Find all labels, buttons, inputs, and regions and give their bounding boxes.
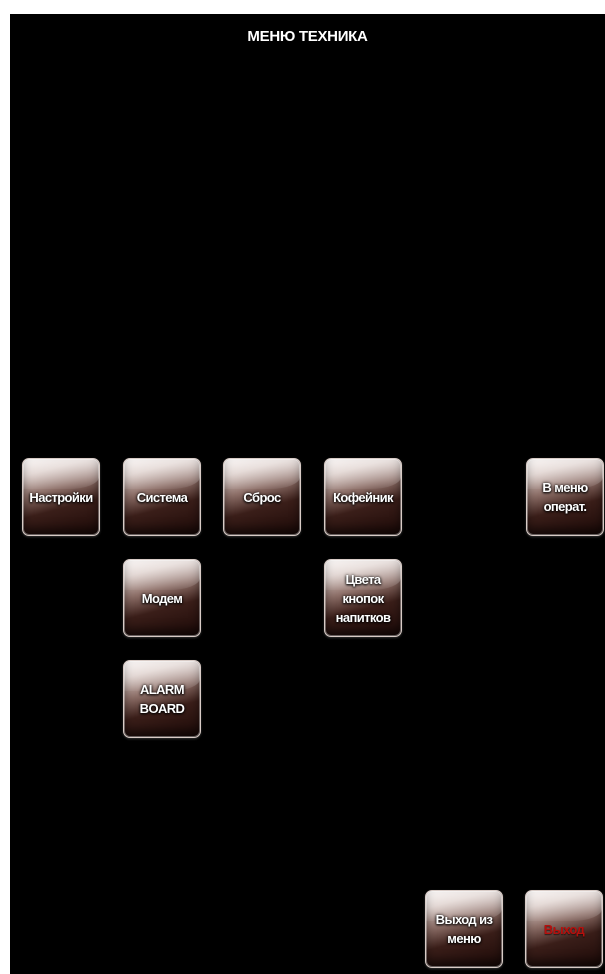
exit-button-label: Выход [543,921,585,937]
drink-button-colors-button-label: Цвета кнопок напитков [335,571,391,625]
exit-button[interactable]: Выход [525,890,603,968]
modem-button-label: Модем [141,590,183,606]
modem-button[interactable]: Модем [123,559,201,637]
system-button-label: Система [136,489,188,505]
alarm-board-button-label: ALARM BOARD [139,682,185,716]
settings-button[interactable]: Настройки [22,458,100,536]
alarm-board-button[interactable]: ALARM BOARD [123,660,201,738]
operator-menu-button-label: В меню операт. [542,480,588,514]
operator-menu-button[interactable]: В меню операт. [526,458,604,536]
drink-button-colors-button[interactable]: Цвета кнопок напитков [324,559,402,637]
exit-menu-button[interactable]: Выход из меню [425,890,503,968]
system-button[interactable]: Система [123,458,201,536]
exit-menu-button-label: Выход из меню [435,912,493,946]
coffee-maker-button[interactable]: Кофейник [324,458,402,536]
page-title: МЕНЮ ТЕХНИКА [247,28,368,45]
reset-button[interactable]: Сброс [223,458,301,536]
technician-menu-screen: МЕНЮ ТЕХНИКА Настройки Система Сброс Коф… [10,14,605,974]
reset-button-label: Сброс [243,489,281,505]
settings-button-label: Настройки [29,489,93,505]
coffee-maker-button-label: Кофейник [333,489,393,505]
